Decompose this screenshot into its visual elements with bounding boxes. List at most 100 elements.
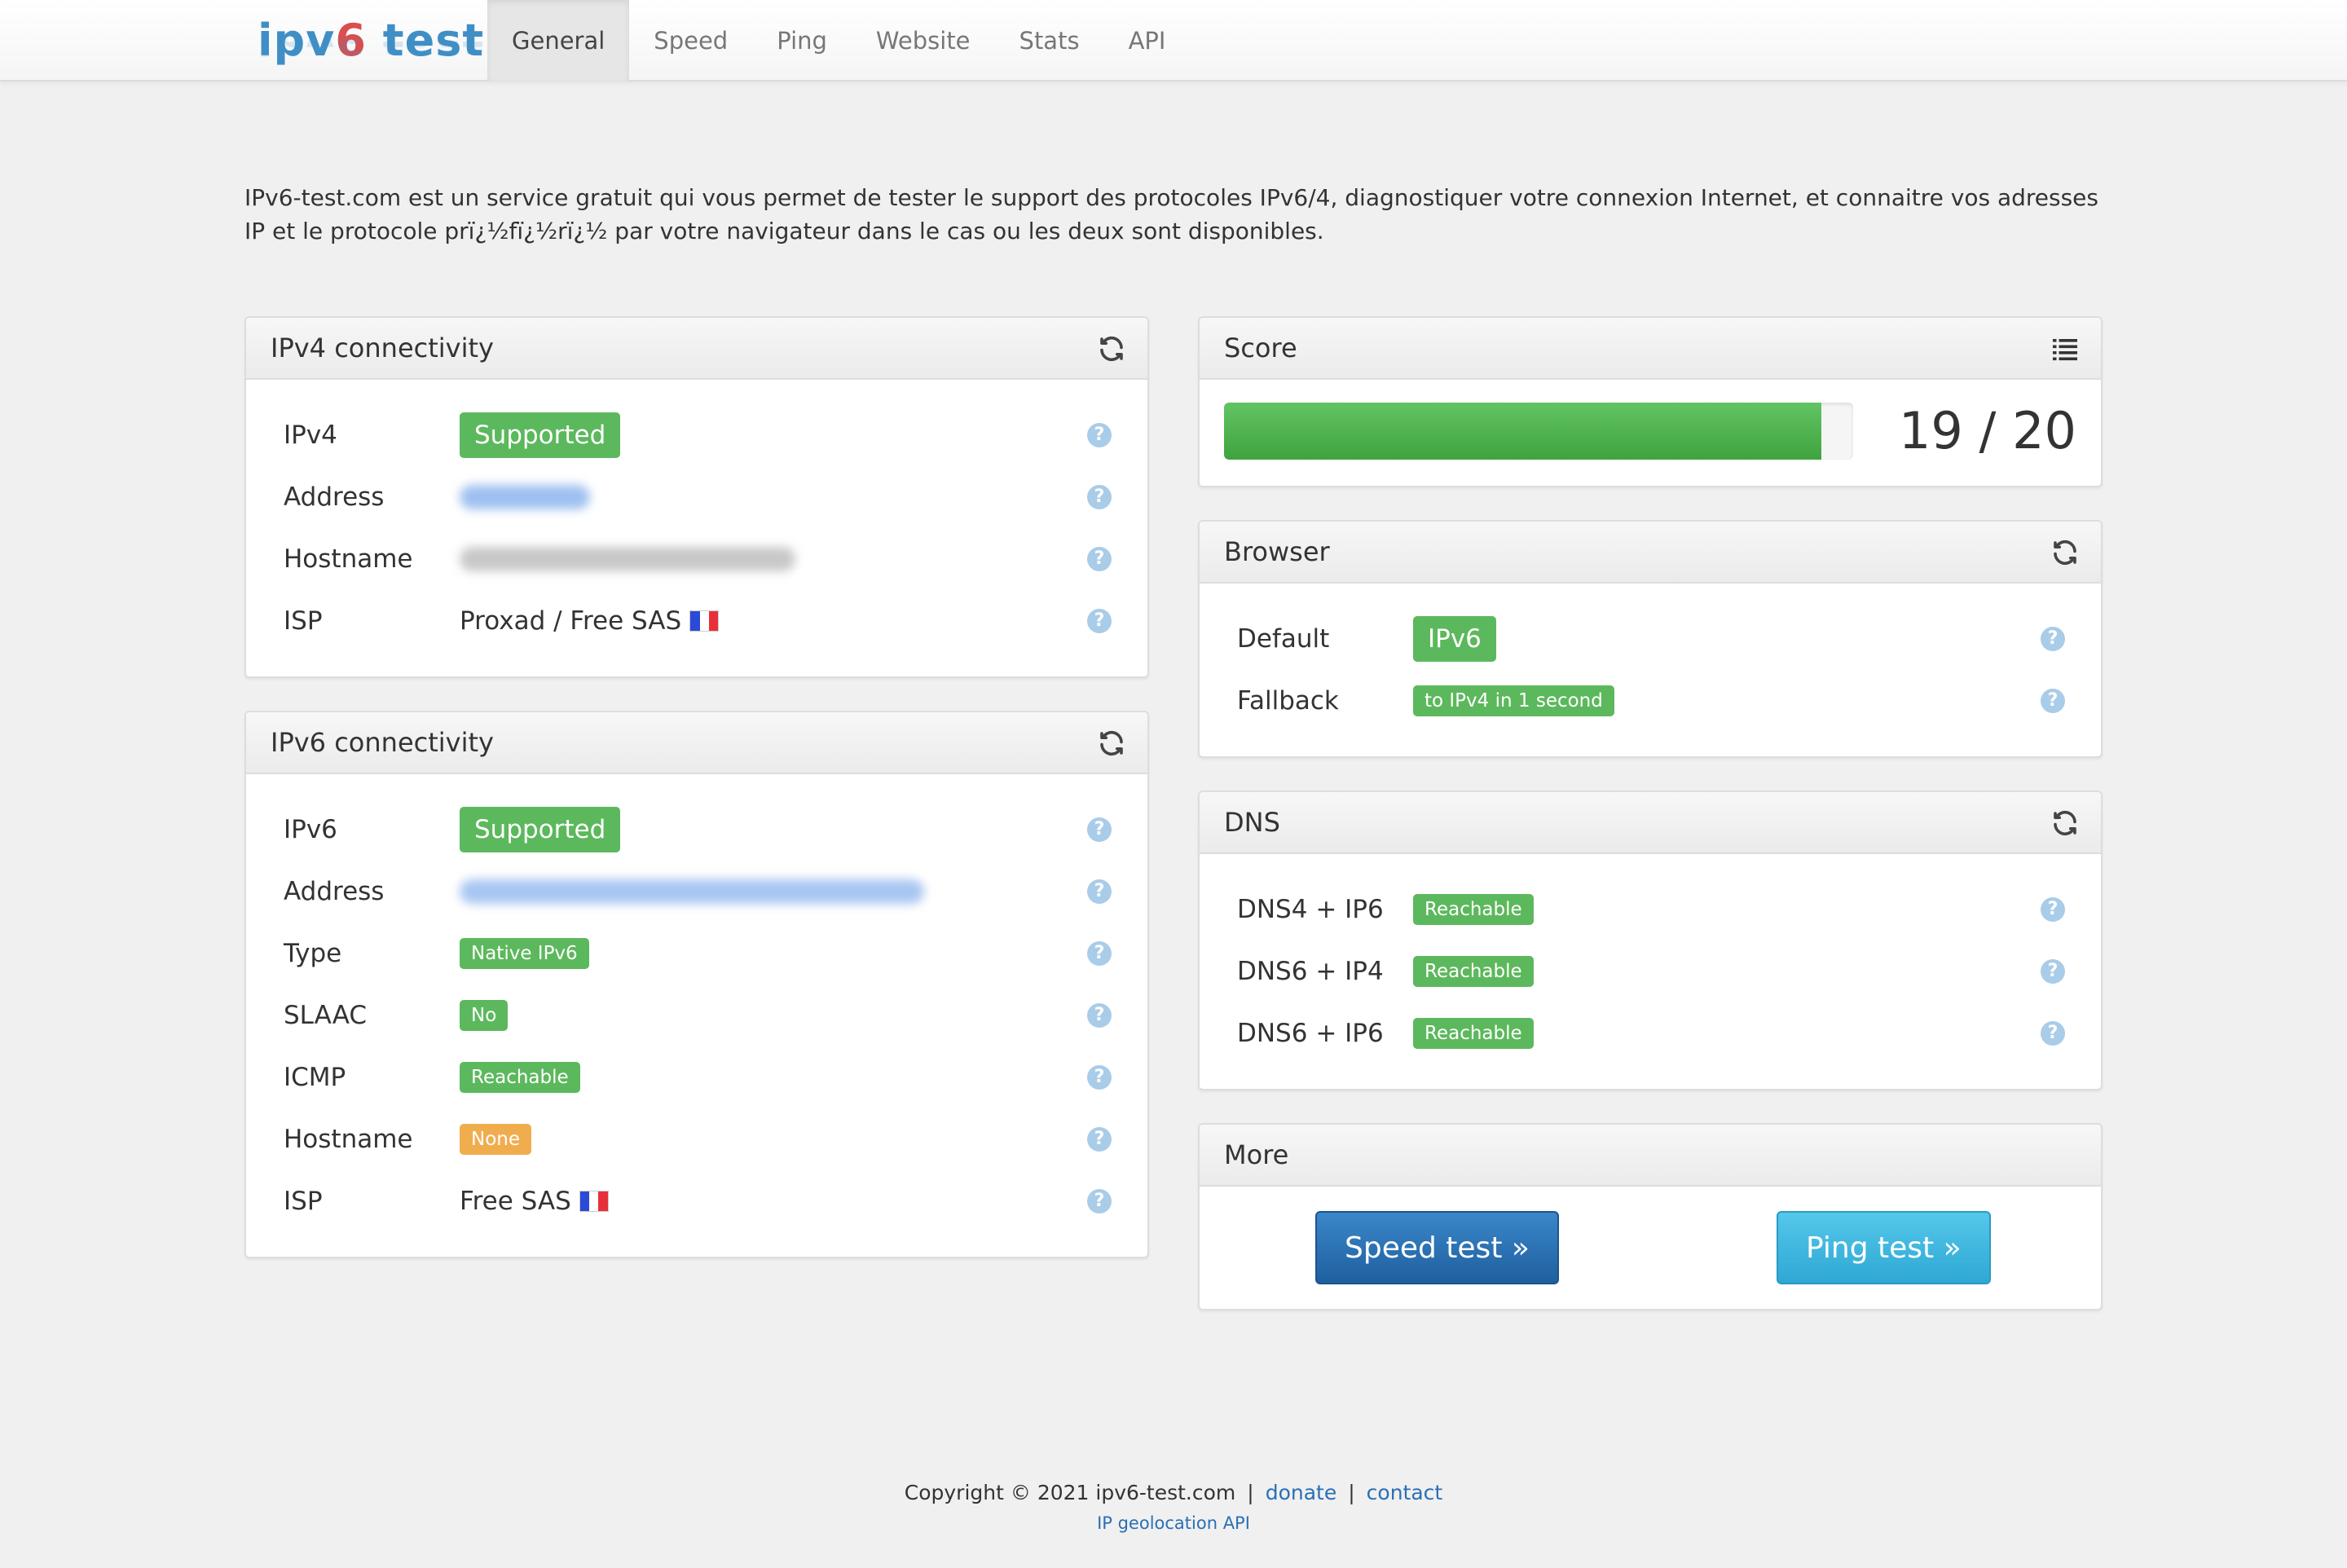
dns-row-badge: Reachable xyxy=(1413,956,1534,987)
ping-test-button[interactable]: Ping test » xyxy=(1777,1211,1991,1284)
ipv4-isp-row: ISP Proxad / Free SAS ? xyxy=(246,597,1147,645)
help-icon[interactable]: ? xyxy=(1087,941,1112,966)
ipv6-address-redacted xyxy=(460,879,924,904)
ipv6-address-label: Address xyxy=(284,877,385,906)
ipv6-slaac-row: SLAAC No ? xyxy=(246,991,1147,1040)
help-icon[interactable]: ? xyxy=(1087,1127,1112,1152)
ip-geolocation-api-link[interactable]: IP geolocation API xyxy=(1097,1513,1250,1533)
ipv6-address-row: Address ? xyxy=(246,867,1147,916)
score-panel-title: Score xyxy=(1224,333,1297,363)
dns-row-badge: Reachable xyxy=(1413,894,1534,925)
dns-panel: DNS DNS4 + IP6 Reachable ? DNS6 + IP4 Re… xyxy=(1198,791,2103,1090)
dns-row: DNS6 + IP6 Reachable ? xyxy=(1200,1009,2101,1058)
ipv6-isp-value: Free SAS xyxy=(460,1187,571,1216)
nav-tab-speed[interactable]: Speed xyxy=(629,0,752,81)
ipv4-panel-title: IPv4 connectivity xyxy=(271,333,494,363)
ipv6-hostname-badge: None xyxy=(460,1124,532,1155)
score-progress-fill xyxy=(1224,403,1822,460)
help-icon[interactable]: ? xyxy=(2041,1021,2065,1046)
browser-fallback-badge: to IPv4 in 1 second xyxy=(1413,685,1614,716)
help-icon[interactable]: ? xyxy=(2041,897,2065,922)
ipv6-hostname-row: Hostname None ? xyxy=(246,1115,1147,1164)
dns-row-label: DNS6 + IP6 xyxy=(1237,1019,1384,1048)
dns-row-label: DNS4 + IP6 xyxy=(1237,895,1384,924)
score-progress-bar xyxy=(1224,403,1853,460)
ipv4-status-label: IPv4 xyxy=(284,421,337,450)
dns-row-badge: Reachable xyxy=(1413,1018,1534,1049)
contact-link[interactable]: contact xyxy=(1367,1481,1443,1504)
footer-separator: | xyxy=(1348,1481,1355,1504)
ipv4-isp-label: ISP xyxy=(284,606,323,636)
ipv6-status-badge: Supported xyxy=(460,807,621,852)
help-icon[interactable]: ? xyxy=(1087,1065,1112,1090)
brand-reflection: ipv6 test xyxy=(258,39,484,60)
help-icon[interactable]: ? xyxy=(2041,627,2065,651)
browser-fallback-row: Fallback to IPv4 in 1 second ? xyxy=(1200,676,2101,725)
help-icon[interactable]: ? xyxy=(1087,817,1112,842)
ipv6-type-badge: Native IPv6 xyxy=(460,938,589,969)
ipv6-type-row: Type Native IPv6 ? xyxy=(246,929,1147,978)
more-panel-header: More xyxy=(1200,1125,2101,1187)
top-navbar: ipv6 test ipv6 test General Speed Ping W… xyxy=(0,0,2347,81)
help-icon[interactable]: ? xyxy=(1087,1003,1112,1028)
help-icon[interactable]: ? xyxy=(1087,879,1112,904)
dns-panel-header: DNS xyxy=(1200,792,2101,854)
ipv4-address-row: Address ? xyxy=(246,473,1147,522)
more-panel-title: More xyxy=(1224,1139,1289,1170)
browser-default-label: Default xyxy=(1237,624,1330,654)
main-nav: General Speed Ping Website Stats API xyxy=(487,0,1190,81)
ipv4-isp-value: Proxad / Free SAS xyxy=(460,606,682,636)
nav-tab-stats[interactable]: Stats xyxy=(995,0,1104,81)
footer-copyright: Copyright © 2021 ipv6-test.com xyxy=(904,1481,1236,1504)
refresh-icon[interactable] xyxy=(1097,334,1126,363)
donate-link[interactable]: donate xyxy=(1266,1481,1337,1504)
footer: Copyright © 2021 ipv6-test.com | donate | co… xyxy=(0,1477,2347,1537)
help-icon[interactable]: ? xyxy=(2041,689,2065,713)
score-panel-header: Score xyxy=(1200,318,2101,380)
dns-row-label: DNS6 + IP4 xyxy=(1237,957,1384,986)
ipv4-hostname-redacted xyxy=(460,547,795,571)
ipv6-panel-title: IPv6 connectivity xyxy=(271,727,494,758)
dns-row: DNS4 + IP6 Reachable ? xyxy=(1200,885,2101,934)
ipv6-slaac-label: SLAAC xyxy=(284,1001,368,1030)
list-icon[interactable] xyxy=(2050,334,2080,363)
help-icon[interactable]: ? xyxy=(1087,547,1112,571)
ipv4-status-badge: Supported xyxy=(460,412,621,458)
france-flag-icon xyxy=(579,1191,609,1212)
refresh-icon[interactable] xyxy=(2050,808,2080,838)
help-icon[interactable]: ? xyxy=(1087,609,1112,633)
ipv6-hostname-label: Hostname xyxy=(284,1125,413,1154)
nav-tab-website[interactable]: Website xyxy=(852,0,995,81)
nav-tab-general[interactable]: General xyxy=(487,0,630,81)
help-icon[interactable]: ? xyxy=(2041,959,2065,984)
score-value: 19 / 20 xyxy=(1898,401,2076,460)
ipv4-address-label: Address xyxy=(284,482,385,512)
nav-tab-api[interactable]: API xyxy=(1104,0,1191,81)
browser-panel-header: Browser xyxy=(1200,522,2101,584)
browser-panel: Browser Default IPv6 ? Fallback to IPv4 … xyxy=(1198,520,2103,758)
more-panel: More Speed test » Ping test » xyxy=(1198,1123,2103,1310)
intro-text: IPv6-test.com est un service gratuit qui… xyxy=(244,184,2098,244)
ipv4-status-row: IPv4 Supported ? xyxy=(246,411,1147,460)
footer-separator: | xyxy=(1247,1481,1254,1504)
ipv6-status-row: IPv6 Supported ? xyxy=(246,805,1147,854)
ipv4-panel-header: IPv4 connectivity xyxy=(246,318,1147,380)
ipv6-panel: IPv6 connectivity IPv6 Supported ? Addre… xyxy=(244,711,1149,1258)
nav-tab-ping[interactable]: Ping xyxy=(752,0,852,81)
ipv6-slaac-badge: No xyxy=(460,1000,509,1031)
browser-default-row: Default IPv6 ? xyxy=(1200,614,2101,663)
ipv6-isp-row: ISP Free SAS ? xyxy=(246,1177,1147,1226)
dns-row: DNS6 + IP4 Reachable ? xyxy=(1200,947,2101,996)
ipv6-icmp-row: ICMP Reachable ? xyxy=(246,1053,1147,1102)
help-icon[interactable]: ? xyxy=(1087,485,1112,509)
ipv6-panel-header: IPv6 connectivity xyxy=(246,712,1147,774)
browser-default-badge: IPv6 xyxy=(1413,616,1496,662)
refresh-icon[interactable] xyxy=(1097,729,1126,758)
refresh-icon[interactable] xyxy=(2050,538,2080,567)
speed-test-button[interactable]: Speed test » xyxy=(1315,1211,1559,1284)
browser-panel-title: Browser xyxy=(1224,536,1330,567)
ipv4-hostname-row: Hostname ? xyxy=(246,535,1147,584)
help-icon[interactable]: ? xyxy=(1087,1189,1112,1213)
help-icon[interactable]: ? xyxy=(1087,423,1112,447)
ipv4-hostname-label: Hostname xyxy=(284,544,413,574)
